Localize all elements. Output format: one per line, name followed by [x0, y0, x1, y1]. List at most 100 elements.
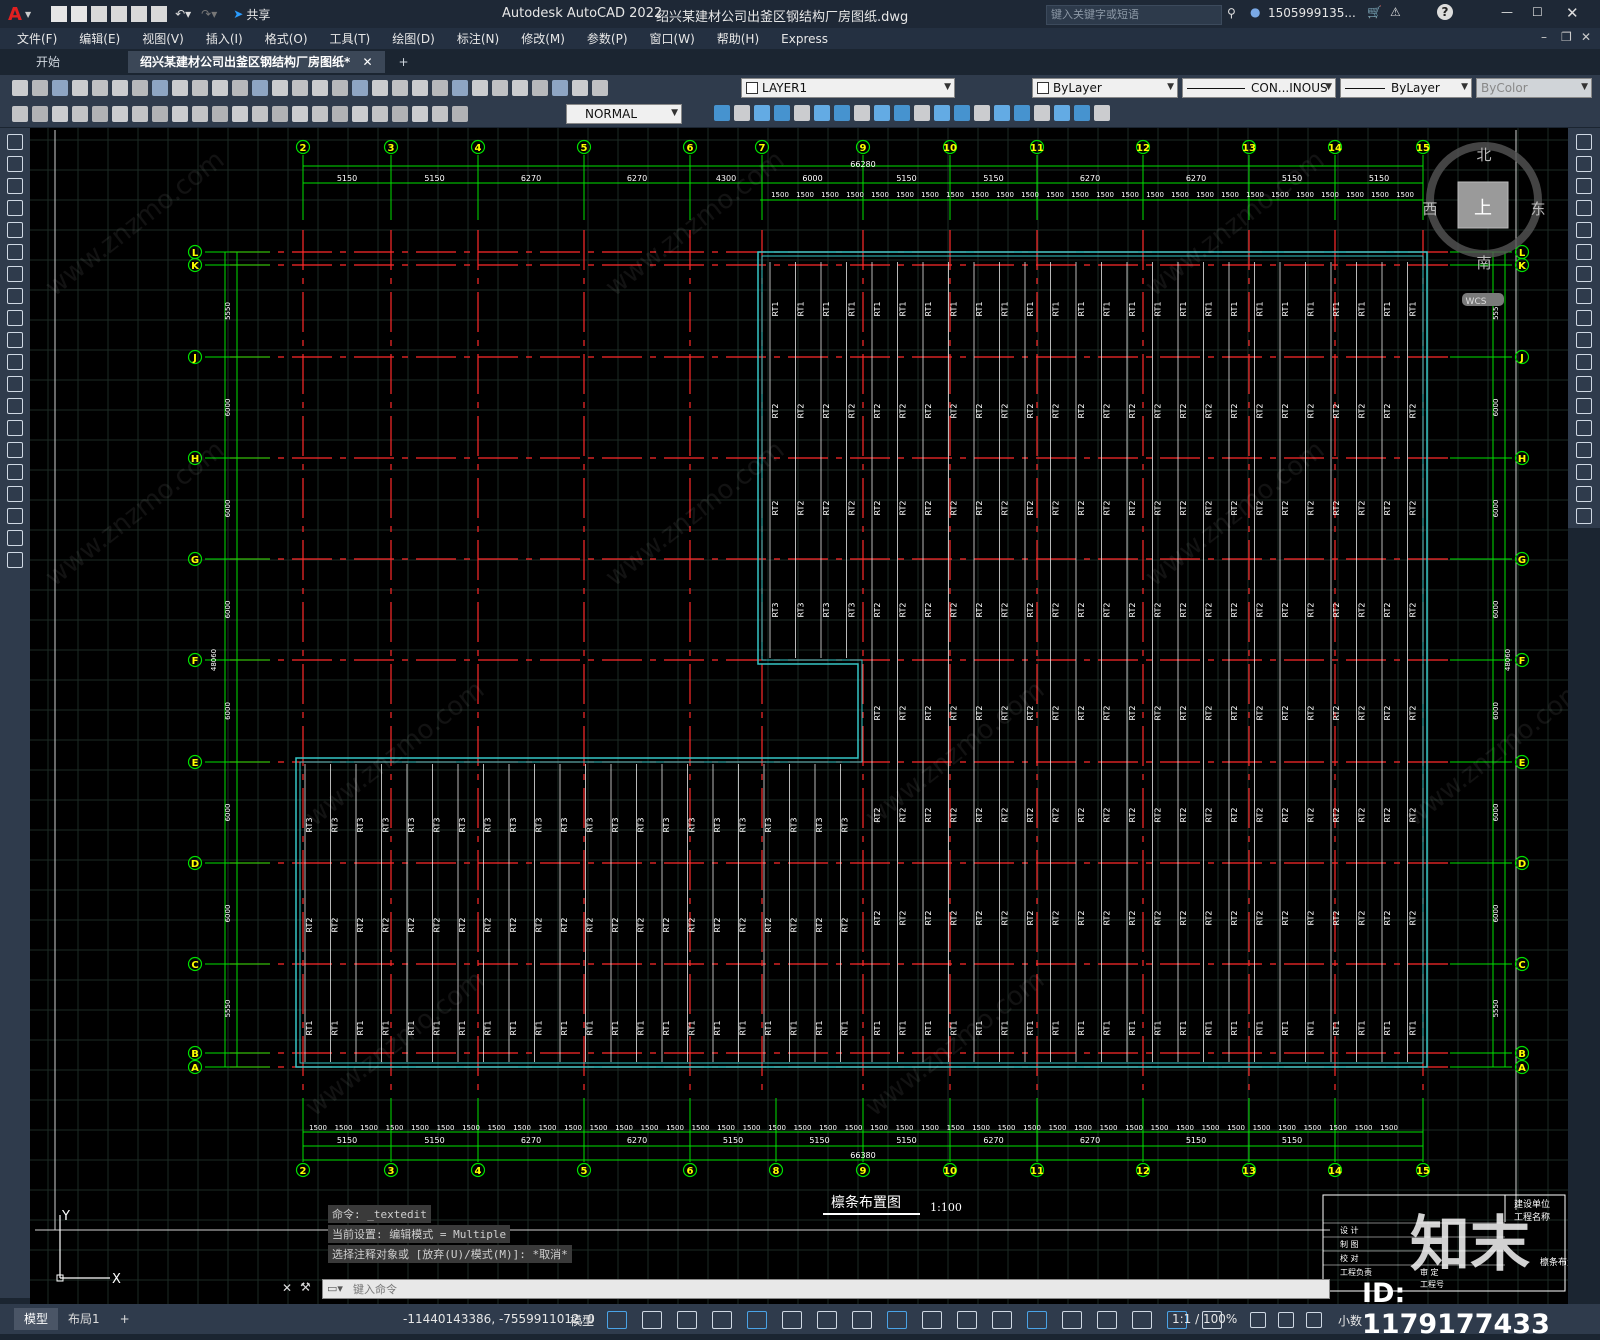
open-file-icon[interactable] — [71, 6, 88, 22]
break-at-point-icon[interactable] — [1576, 376, 1592, 392]
menu-item-edit[interactable]: 编辑(E) — [68, 30, 131, 47]
add-selected-icon[interactable] — [7, 552, 23, 568]
blue-tool-14-icon[interactable] — [974, 105, 990, 121]
insert-block-icon[interactable] — [7, 376, 23, 392]
blue-tool-8-icon[interactable] — [854, 105, 870, 121]
match-icon[interactable] — [152, 80, 168, 96]
freeze-icon[interactable] — [572, 80, 588, 96]
menu-item-draw[interactable]: 绘图(D) — [381, 30, 446, 47]
polygon-icon[interactable] — [7, 200, 23, 216]
lineweight-combo[interactable]: ByLayer ▼ — [1340, 78, 1472, 98]
revision-cloud-icon[interactable] — [7, 288, 23, 304]
zoom-realtime-icon[interactable] — [312, 80, 328, 96]
menu-item-tools[interactable]: 工具(T) — [319, 30, 382, 47]
redo-icon[interactable] — [272, 80, 288, 96]
array-icon[interactable] — [1576, 222, 1592, 238]
drawing-svg[interactable]: 66280663805150 5150 6270 6270 4300 6000 5150 51… — [30, 128, 1568, 1304]
spline-icon[interactable] — [7, 310, 23, 326]
sheet-set-icon[interactable] — [432, 80, 448, 96]
blue-tool-20-icon[interactable] — [1094, 105, 1110, 121]
line-icon[interactable] — [7, 134, 23, 150]
pan-icon[interactable] — [292, 80, 308, 96]
dim-jogged-icon[interactable] — [172, 106, 188, 122]
maximize-icon[interactable]: ☐ — [1532, 5, 1543, 19]
menu-item-parametric[interactable]: 参数(P) — [576, 30, 639, 47]
blue-tool-3-icon[interactable] — [754, 105, 770, 121]
doc-minimize-icon[interactable]: – — [1541, 30, 1547, 44]
quick-dim-icon[interactable] — [232, 106, 248, 122]
user-name[interactable]: 1505999135... — [1268, 6, 1356, 20]
drawing-area[interactable]: 66280 66380 5150 5150 6270 6270 4300 6000 5150 51… — [30, 128, 1568, 1304]
chamfer-icon[interactable] — [1576, 442, 1592, 458]
dim-text-edit-icon[interactable] — [432, 106, 448, 122]
help-icon[interactable] — [492, 80, 508, 96]
multiline-text-icon[interactable] — [7, 530, 23, 546]
save-icon[interactable] — [91, 6, 108, 22]
command-input[interactable]: ▭▾ 键入命令 — [322, 1279, 1330, 1299]
dim-space-icon[interactable] — [292, 106, 308, 122]
menu-item-modify[interactable]: 修改(M) — [510, 30, 576, 47]
tab-start[interactable]: 开始 — [22, 51, 74, 73]
dim-ordinate-icon[interactable] — [132, 106, 148, 122]
filter-icon[interactable] — [1062, 1311, 1082, 1329]
blend-icon[interactable] — [1576, 486, 1592, 502]
command-customize-icon[interactable]: ⚒ — [300, 1280, 311, 1294]
trim-icon[interactable] — [1576, 332, 1592, 348]
menu-item-window[interactable]: 窗口(W) — [639, 30, 706, 47]
copy-icon[interactable] — [192, 80, 208, 96]
layer-combo[interactable]: LAYER1 ▼ — [741, 78, 955, 98]
infer-icon[interactable] — [677, 1311, 697, 1329]
erase-icon[interactable] — [1576, 134, 1592, 150]
save-icon[interactable] — [52, 80, 68, 96]
point-icon[interactable] — [7, 420, 23, 436]
ortho-icon[interactable] — [712, 1311, 732, 1329]
scale-icon[interactable] — [1576, 288, 1592, 304]
plot-3d-icon[interactable] — [132, 80, 148, 96]
menu-item-express[interactable]: Express — [770, 32, 839, 46]
new-tab-button[interactable]: + — [387, 51, 421, 73]
preview-icon[interactable] — [92, 80, 108, 96]
blue-tool-9-icon[interactable] — [874, 105, 890, 121]
new-icon[interactable] — [12, 80, 28, 96]
extend-icon[interactable] — [1576, 354, 1592, 370]
doc-restore-icon[interactable]: ❐ — [1561, 30, 1572, 44]
search-icon[interactable]: ⚲ — [1227, 6, 1236, 20]
user-icon[interactable]: ● — [1250, 5, 1260, 19]
add-layout-button[interactable]: + — [110, 1308, 140, 1330]
rectangle-icon[interactable] — [7, 222, 23, 238]
blue-tool-2-icon[interactable] — [734, 105, 750, 121]
workspace-gear-icon[interactable] — [1250, 1312, 1266, 1328]
dim-radius-icon[interactable] — [152, 106, 168, 122]
gizmo-icon[interactable] — [1097, 1311, 1117, 1329]
isodraft-icon[interactable] — [782, 1311, 802, 1329]
explode-icon[interactable] — [1576, 508, 1592, 524]
jogged-linear-icon[interactable] — [392, 106, 408, 122]
save-as-icon[interactable] — [111, 6, 128, 22]
model-space-button[interactable]: 模型 — [570, 1312, 594, 1329]
app-menu-button[interactable]: A — [8, 4, 22, 25]
snap-icon[interactable] — [642, 1311, 662, 1329]
baseline-icon[interactable] — [252, 106, 268, 122]
menu-item-dimension[interactable]: 标注(N) — [446, 30, 510, 47]
menu-item-view[interactable]: 视图(V) — [131, 30, 195, 47]
dim-update-icon[interactable] — [452, 106, 468, 122]
match-layer-icon[interactable] — [32, 106, 48, 122]
blue-tool-15-icon[interactable] — [994, 105, 1010, 121]
tab-close-icon[interactable]: ✕ — [362, 55, 372, 69]
blue-tool-7-icon[interactable] — [834, 105, 850, 121]
layer-previous-icon[interactable] — [52, 106, 68, 122]
polar-icon[interactable] — [747, 1311, 767, 1329]
sun-icon[interactable] — [552, 80, 568, 96]
units-display[interactable]: 小数 — [1338, 1312, 1362, 1329]
publish-icon[interactable] — [112, 80, 128, 96]
blue-tool-19-icon[interactable] — [1074, 105, 1090, 121]
menu-item-format[interactable]: 格式(O) — [254, 30, 319, 47]
dynamic-ucs-icon[interactable] — [1027, 1311, 1047, 1329]
dim-edit-icon[interactable] — [412, 106, 428, 122]
blue-tool-18-icon[interactable] — [1054, 105, 1070, 121]
3d-osnap-icon[interactable] — [992, 1311, 1012, 1329]
zoom-window-icon[interactable] — [332, 80, 348, 96]
selection-cycling-icon[interactable] — [957, 1311, 977, 1329]
search-input[interactable]: 键入关键字或短语 — [1046, 5, 1222, 25]
publish-icon[interactable] — [131, 6, 148, 22]
